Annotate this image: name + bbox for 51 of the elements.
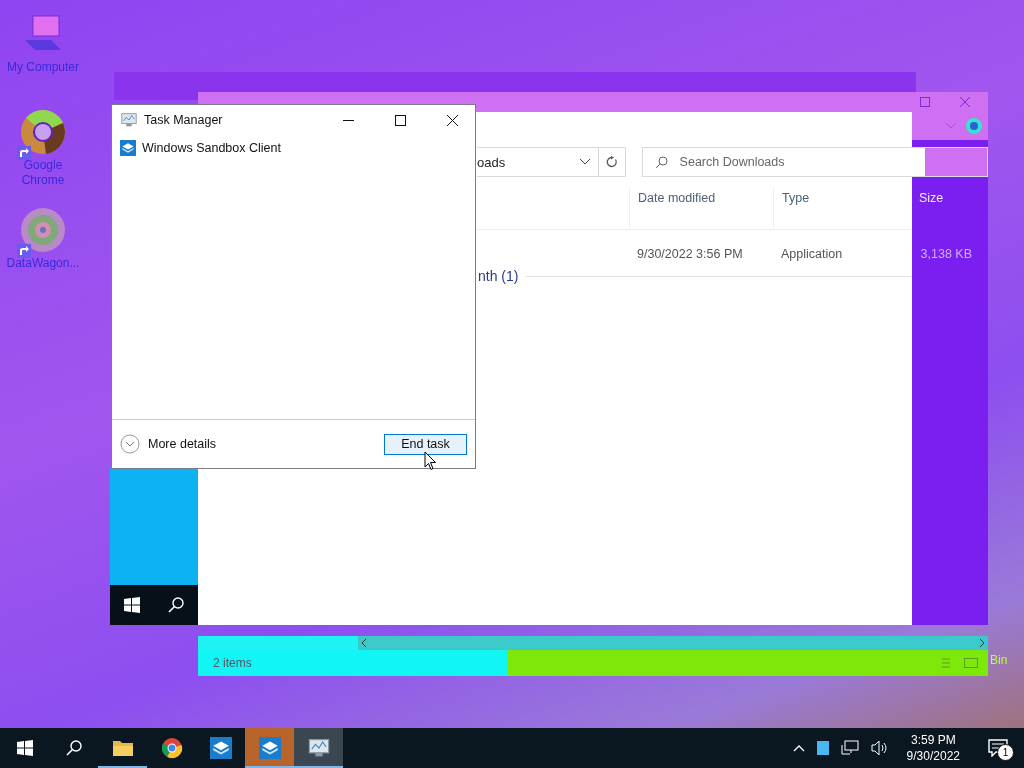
column-header[interactable]: Type	[773, 187, 893, 229]
column-header[interactable]: Date modified	[629, 187, 773, 229]
help-icon[interactable]	[966, 118, 982, 134]
chevron-circle-icon	[120, 434, 140, 454]
notification-count: 1	[997, 744, 1014, 761]
app-list-item[interactable]: Windows Sandbox Client	[112, 135, 475, 161]
search-icon[interactable]	[168, 597, 184, 613]
monitor-graph-icon	[120, 111, 138, 129]
window-title: Task Manager	[144, 113, 224, 127]
address-bar[interactable]: oads	[477, 147, 600, 177]
minimize-icon	[342, 119, 354, 121]
network-button[interactable]	[838, 740, 861, 756]
scroll-left-icon[interactable]	[360, 638, 368, 648]
close-icon	[446, 114, 458, 126]
sandbox-icon	[120, 140, 136, 156]
group-header[interactable]: nth (1)	[478, 268, 519, 284]
chevron-down-icon[interactable]	[580, 159, 591, 165]
clock[interactable]: 3:59 PM 9/30/2022	[898, 732, 968, 764]
app-name: Windows Sandbox Client	[142, 141, 281, 155]
action-center-button[interactable]: 1	[976, 728, 1020, 768]
tray-app-button[interactable]	[814, 741, 831, 755]
sandbox-icon	[258, 737, 281, 759]
folder-icon	[111, 738, 134, 758]
horizontal-scrollbar[interactable]	[198, 636, 988, 650]
network-icon	[840, 740, 859, 756]
column-header[interactable]: Size	[893, 187, 952, 229]
speaker-icon	[870, 740, 889, 756]
table-cell-text: 3,138 KB	[919, 247, 973, 261]
refresh-button[interactable]	[599, 147, 626, 177]
more-details-button[interactable]: More details	[120, 434, 217, 454]
sandbox-icon	[209, 737, 232, 759]
item-count: 2 items	[213, 656, 252, 670]
table-cell-text: Application	[780, 247, 844, 261]
search-icon	[65, 740, 82, 756]
scroll-right-icon[interactable]	[978, 638, 986, 648]
end-task-button[interactable]: End task	[384, 433, 467, 455]
windows-logo-icon[interactable]	[124, 597, 140, 613]
ring-icon	[20, 109, 66, 155]
thumbnail-view-icon[interactable]	[964, 657, 978, 669]
square-icon	[816, 741, 829, 755]
message-icon	[988, 739, 1008, 757]
chevron-up-icon	[792, 744, 805, 752]
chrome-icon	[160, 737, 183, 759]
refresh-icon	[606, 156, 618, 168]
search-icon	[654, 155, 668, 169]
maximize-icon	[394, 114, 406, 126]
table-cell-text: 9/30/2022 3:56 PM	[636, 247, 744, 261]
mosaic-icon	[20, 207, 66, 253]
search-field[interactable]: Search Downloads	[641, 147, 988, 177]
taskbar-app-button[interactable]	[294, 728, 343, 768]
windows-logo-icon	[16, 740, 33, 756]
